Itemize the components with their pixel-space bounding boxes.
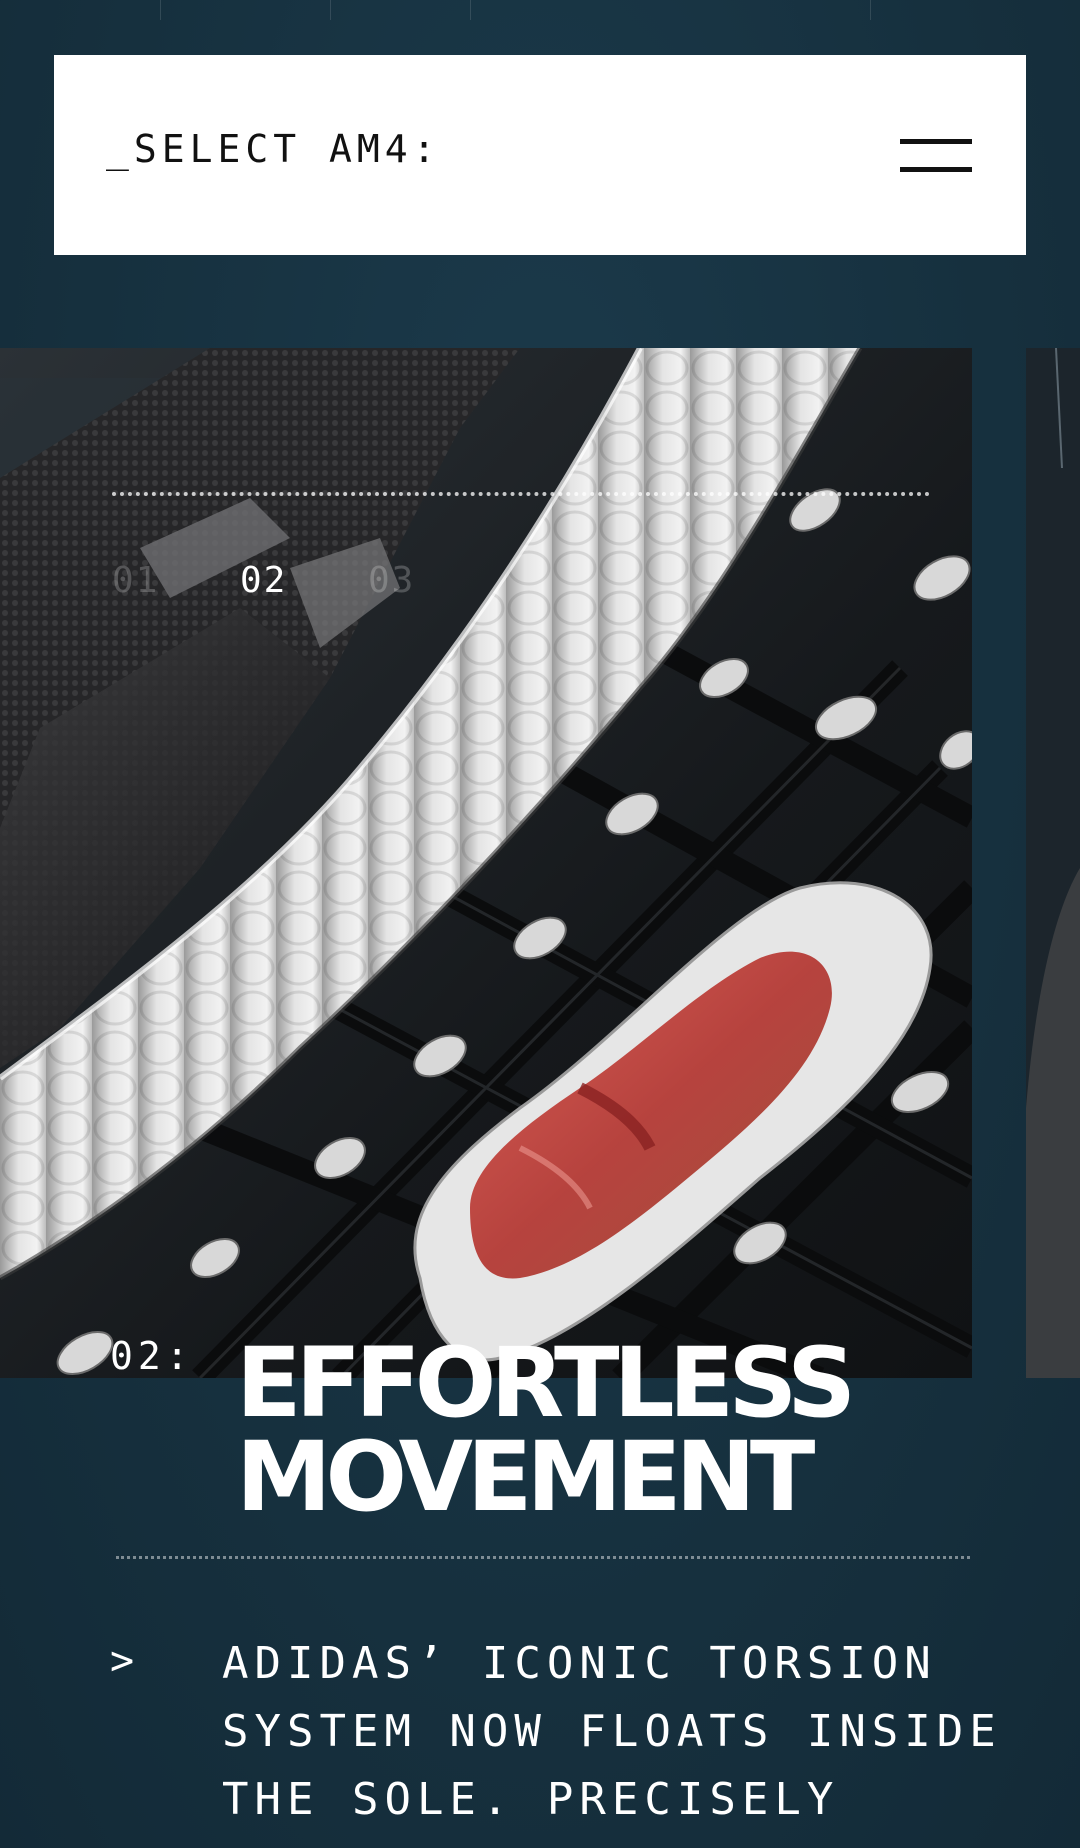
- slide-number-2[interactable]: 02: [240, 560, 287, 601]
- slider-progress-line: [112, 492, 930, 496]
- header-card: _SELECT AM4:: [54, 55, 1026, 255]
- description-line-1: ADIDAS’ ICONIC TORSION: [222, 1638, 937, 1689]
- page: _SELECT AM4: 01 02 03 02: EFFORTLESS MOV…: [0, 0, 1080, 1848]
- page-title: _SELECT AM4:: [106, 127, 441, 171]
- section-divider: [116, 1556, 970, 1559]
- hamburger-menu-icon-line: [900, 167, 972, 172]
- slide-number-1[interactable]: 01: [112, 560, 159, 601]
- next-slide-preview[interactable]: [1026, 348, 1080, 1378]
- headline-line-1: EFFORTLESS: [236, 1327, 856, 1439]
- feature-index: 02:: [110, 1334, 194, 1378]
- texture-scratch: [330, 0, 331, 20]
- next-slide-image: [1026, 348, 1080, 1378]
- hero-product-image: BEE: [0, 348, 972, 1378]
- feature-headline: EFFORTLESS MOVEMENT: [236, 1327, 856, 1533]
- headline-line-2: MOVEMENT: [236, 1421, 815, 1533]
- texture-scratch: [870, 0, 871, 20]
- description-line-2: SYSTEM NOW FLOATS INSIDE: [222, 1706, 1002, 1757]
- shoe-sole-illustration: BEE: [0, 348, 972, 1378]
- bullet-arrow-icon: >: [110, 1638, 135, 1684]
- feature-description: ADIDAS’ ICONIC TORSION SYSTEM NOW FLOATS…: [222, 1630, 1022, 1834]
- slide-number-3[interactable]: 03: [368, 560, 415, 601]
- texture-scratch: [470, 0, 471, 20]
- texture-scratch: [160, 0, 161, 20]
- description-line-3: THE SOLE. PRECISELY: [222, 1774, 840, 1825]
- hamburger-menu-icon: [900, 139, 972, 144]
- menu-button[interactable]: [900, 137, 972, 177]
